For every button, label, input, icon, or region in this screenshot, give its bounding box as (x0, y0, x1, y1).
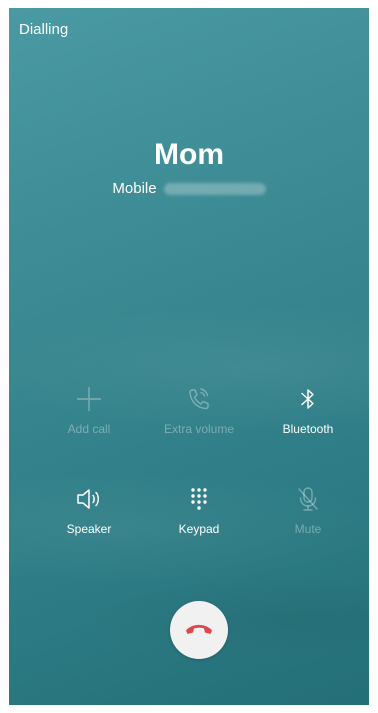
bluetooth-label: Bluetooth (282, 422, 334, 436)
speaker-icon (74, 484, 104, 514)
mute-label: Mute (294, 522, 322, 536)
plus-icon (74, 384, 104, 414)
extra-volume-label: Extra volume (163, 422, 235, 436)
number-type: Mobile (112, 180, 157, 197)
add-call-button[interactable]: Add call (29, 384, 149, 436)
phone-number-blurred (163, 182, 266, 195)
bluetooth-button[interactable]: Bluetooth (248, 384, 368, 436)
keypad-icon (184, 484, 214, 514)
end-call-icon (184, 620, 214, 641)
speaker-button[interactable]: Speaker (29, 484, 149, 536)
keypad-label: Keypad (178, 522, 220, 536)
extra-volume-button[interactable]: Extra volume (139, 384, 259, 436)
contact-name: Mom (154, 138, 224, 171)
add-call-label: Add call (67, 422, 111, 436)
call-screen: Dialling Mom Mobile Add call Extra volum… (9, 8, 369, 705)
bluetooth-icon (293, 384, 323, 414)
number-row: Mobile (9, 180, 369, 197)
phone-volume-icon (184, 384, 214, 414)
speaker-label: Speaker (66, 522, 112, 536)
microphone-mute-icon (293, 484, 323, 514)
call-status: Dialling (19, 21, 69, 38)
end-call-button[interactable] (170, 601, 228, 659)
mute-button[interactable]: Mute (248, 484, 368, 536)
keypad-button[interactable]: Keypad (139, 484, 259, 536)
